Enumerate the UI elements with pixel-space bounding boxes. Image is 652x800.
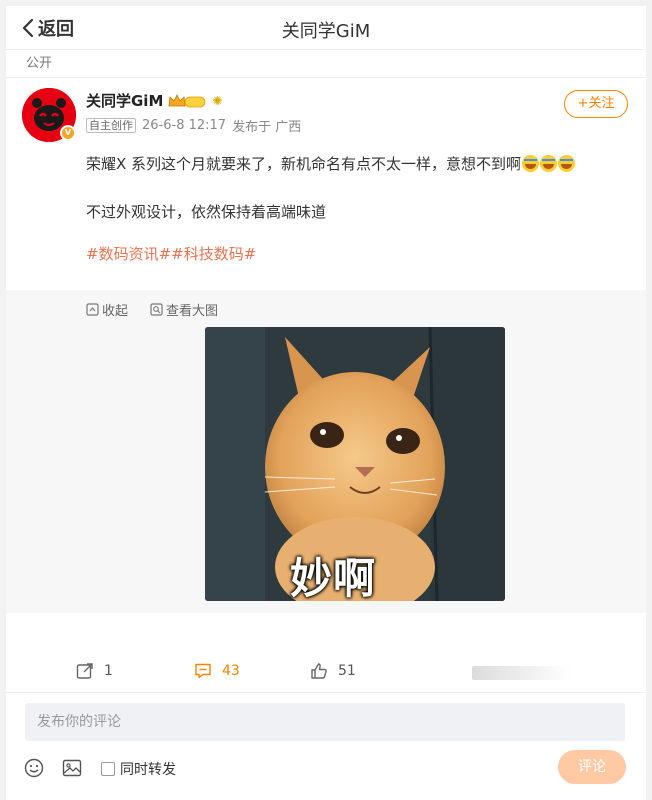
divider — [6, 692, 646, 693]
repost-label: 同时转发 — [120, 762, 176, 778]
follow-button[interactable]: +关注 — [564, 90, 628, 118]
crying-laughing-emoji-icon — [540, 155, 558, 172]
repost-checkbox[interactable]: 同时转发 — [101, 759, 176, 779]
post-paragraph-2: 不过外观设计，依然保持着高端味道 — [86, 203, 327, 221]
image-upload-button[interactable] — [62, 758, 82, 782]
comment-button[interactable]: 43 — [194, 662, 240, 680]
crying-laughing-emoji-icon — [522, 155, 540, 172]
post-text-1: 荣耀X 系列这个月就要来了，新机命名有点不太一样，意想不到啊 — [86, 155, 522, 173]
post-location: 发布于 广西 — [232, 120, 302, 135]
author-name[interactable]: 关同学GiM — [86, 90, 163, 111]
post-date[interactable]: 26-6-8 12:17 — [142, 118, 226, 133]
share-icon — [76, 663, 93, 679]
comment-actions: 同时转发 评论 — [6, 750, 646, 790]
comment-count: 43 — [222, 663, 240, 679]
post-paragraph-1: 荣耀X 系列这个月就要来了，新机命名有点不太一样，意想不到啊 — [86, 152, 626, 176]
thumbs-up-icon — [311, 663, 327, 679]
header-bar: 返回 关同学GiM — [6, 6, 646, 50]
avatar[interactable]: V — [22, 88, 76, 142]
emoji-button[interactable] — [24, 758, 44, 782]
verified-badge-icon: V — [60, 125, 76, 141]
checkbox-icon[interactable] — [101, 762, 115, 776]
magnify-icon — [150, 303, 163, 316]
smiley-icon — [24, 758, 44, 778]
crying-laughing-emoji-icon — [558, 155, 576, 172]
sun-icon: ✺ — [212, 93, 223, 108]
repost-button[interactable]: 1 — [76, 662, 113, 680]
submit-comment-button[interactable]: 评论 — [558, 750, 626, 784]
like-count: 51 — [338, 663, 356, 679]
comment-input[interactable] — [25, 703, 625, 741]
image-caption: 妙啊 — [290, 554, 377, 601]
topic-links[interactable]: #数码资讯##科技数码# — [86, 242, 626, 266]
like-button[interactable]: 51 — [310, 662, 356, 680]
image-icon — [62, 759, 82, 777]
visibility-label: 公开 — [6, 50, 646, 78]
action-toolbar: 1 43 51 — [6, 654, 646, 690]
source-tag: 自主创作 — [86, 118, 136, 133]
media-actions: 收起 查看大图 — [6, 300, 646, 319]
page-title: 关同学GiM — [281, 21, 371, 42]
post-meta: 自主创作 26-6-8 12:17 发布于 广西 — [86, 116, 307, 135]
media-area: 收起 查看大图 妙啊 — [6, 290, 646, 613]
repost-count: 1 — [104, 663, 113, 679]
post-content: 荣耀X 系列这个月就要来了，新机命名有点不太一样，意想不到啊 不过外观设计，依然… — [6, 152, 646, 266]
collapse-icon — [86, 303, 99, 316]
view-large-label: 查看大图 — [166, 304, 219, 319]
post-image[interactable]: 妙啊 — [205, 327, 505, 601]
collapse-button[interactable]: 收起 — [86, 300, 128, 319]
author-row: 关同学GiM ✺ — [86, 90, 222, 111]
weibo-detail-page: 返回 关同学GiM 公开 V 关同学GiM ✺ 自主创作 26-6-8 12:1… — [6, 6, 646, 800]
blurred-placeholder — [472, 666, 572, 680]
vip-crown-icon — [168, 93, 206, 108]
post-header: V 关同学GiM ✺ 自主创作 26-6-8 12:17 发布于 广西 +关注 — [6, 88, 646, 152]
collapse-label: 收起 — [102, 304, 129, 319]
view-large-button[interactable]: 查看大图 — [150, 300, 218, 319]
comment-icon — [195, 663, 211, 679]
